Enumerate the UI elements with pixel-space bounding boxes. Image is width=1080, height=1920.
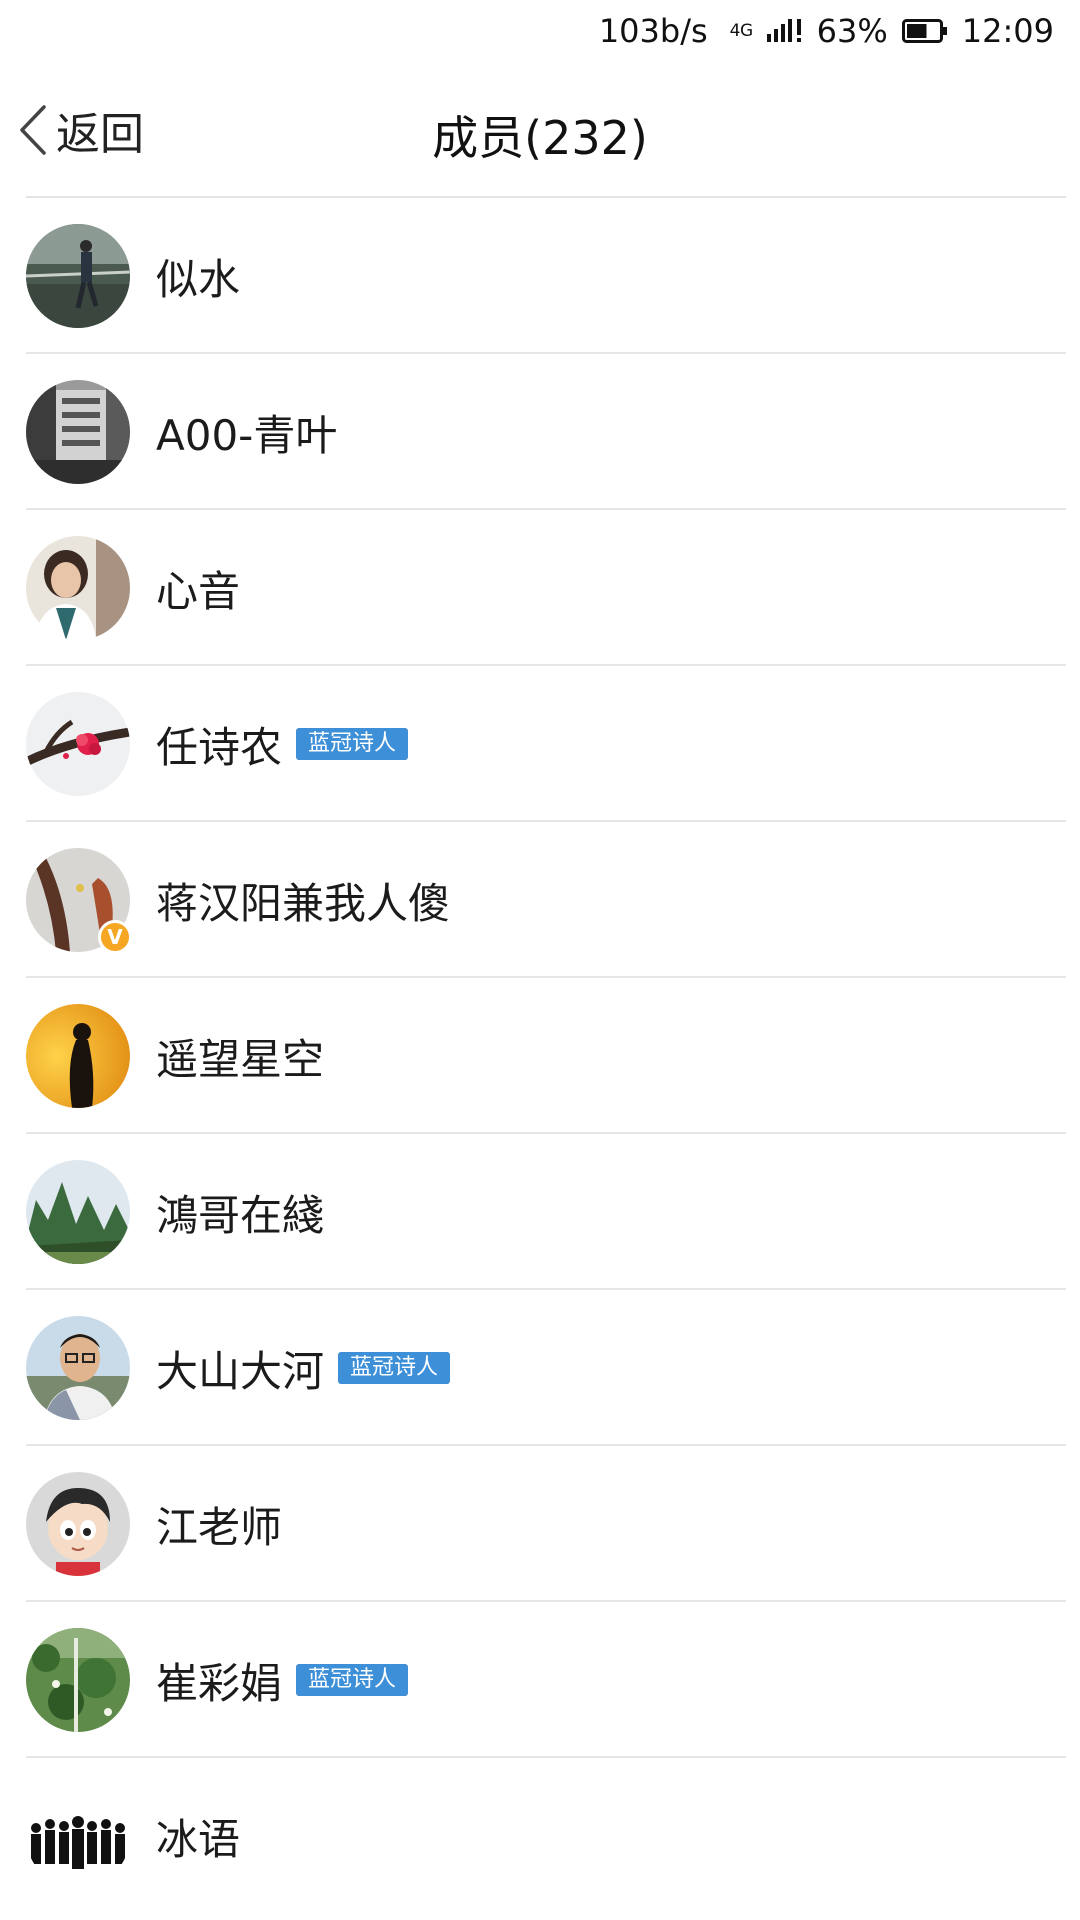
member-row[interactable]: 崔彩娟 蓝冠诗人 — [0, 1602, 1080, 1758]
member-name: 冰语 — [156, 1814, 241, 1864]
nav-bar: 返回 成员(232) — [0, 62, 1080, 198]
avatar — [26, 1784, 130, 1888]
member-name: 崔彩娟 — [156, 1658, 283, 1708]
avatar — [26, 224, 130, 328]
verified-badge: V — [98, 920, 132, 954]
avatar — [26, 380, 130, 484]
member-name: 遥望星空 — [156, 1034, 325, 1084]
member-name: 江老师 — [156, 1502, 283, 1552]
member-row[interactable]: V 蒋汉阳兼我人傻 — [0, 822, 1080, 978]
member-name: 任诗农 — [156, 722, 283, 772]
avatar — [26, 1004, 130, 1108]
clock: 12:09 — [961, 12, 1054, 50]
battery-icon — [901, 18, 948, 44]
network-type: 4G — [729, 21, 754, 41]
poet-tag: 蓝冠诗人 — [296, 1664, 409, 1696]
member-row[interactable]: 心音 — [0, 510, 1080, 666]
member-list: 似水 A00-青叶 心音 任诗农 蓝冠诗人 V 蒋汉阳兼我人傻 遥望星空 鴻哥在… — [0, 198, 1080, 1914]
member-name: A00-青叶 — [156, 410, 338, 460]
avatar — [26, 1472, 130, 1576]
member-name: 鴻哥在綫 — [156, 1190, 325, 1240]
member-row[interactable]: 遥望星空 — [0, 978, 1080, 1134]
avatar — [26, 1628, 130, 1732]
member-name: 蒋汉阳兼我人傻 — [156, 878, 451, 928]
member-name: 大山大河 — [156, 1346, 325, 1396]
avatar — [26, 1316, 130, 1420]
avatar — [26, 536, 130, 640]
member-row[interactable]: 江老师 — [0, 1446, 1080, 1602]
member-row[interactable]: A00-青叶 — [0, 354, 1080, 510]
member-name: 似水 — [156, 254, 241, 304]
avatar — [26, 1160, 130, 1264]
member-row[interactable]: 鴻哥在綫 — [0, 1134, 1080, 1290]
member-row[interactable]: 似水 — [0, 198, 1080, 354]
battery-percent: 63% — [816, 12, 888, 50]
page-title: 成员(232) — [432, 111, 648, 165]
poet-tag: 蓝冠诗人 — [338, 1352, 451, 1384]
avatar — [26, 692, 130, 796]
member-name: 心音 — [156, 566, 241, 616]
poet-tag: 蓝冠诗人 — [296, 728, 409, 760]
member-row[interactable]: 冰语 — [0, 1758, 1080, 1914]
net-speed: 103b/s — [598, 12, 708, 50]
member-row[interactable]: 任诗农 蓝冠诗人 — [0, 666, 1080, 822]
signal-icon — [766, 18, 803, 44]
member-row[interactable]: 大山大河 蓝冠诗人 — [0, 1290, 1080, 1446]
status-bar: 103b/s 4G 63% 12:09 — [0, 0, 1080, 62]
